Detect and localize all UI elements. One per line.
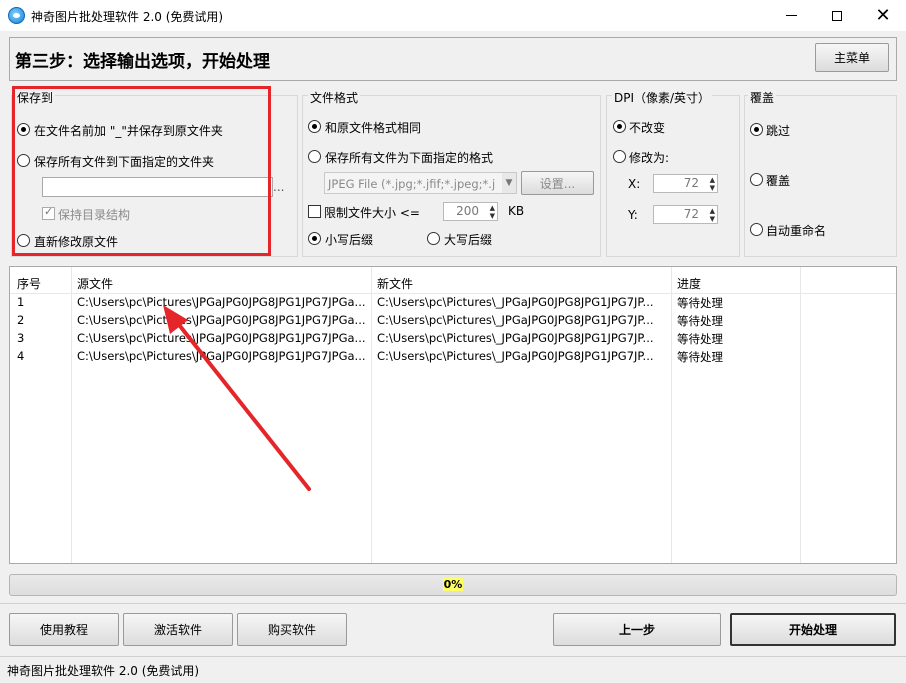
prev-step-button[interactable]: 上一步 bbox=[553, 613, 721, 646]
tutorial-button[interactable]: 使用教程 bbox=[9, 613, 119, 646]
divider bbox=[0, 603, 906, 604]
start-processing-button[interactable]: 开始处理 bbox=[730, 613, 896, 646]
progress-bar: 0% bbox=[9, 574, 897, 596]
progress-text: 0% bbox=[10, 578, 896, 591]
activate-button[interactable]: 激活软件 bbox=[123, 613, 233, 646]
progress-percent: 0% bbox=[442, 578, 464, 591]
status-bar: 神奇图片批处理软件 2.0 (免费试用) bbox=[0, 656, 906, 683]
buy-button[interactable]: 购买软件 bbox=[237, 613, 347, 646]
status-text: 神奇图片批处理软件 2.0 (免费试用) bbox=[7, 664, 200, 678]
